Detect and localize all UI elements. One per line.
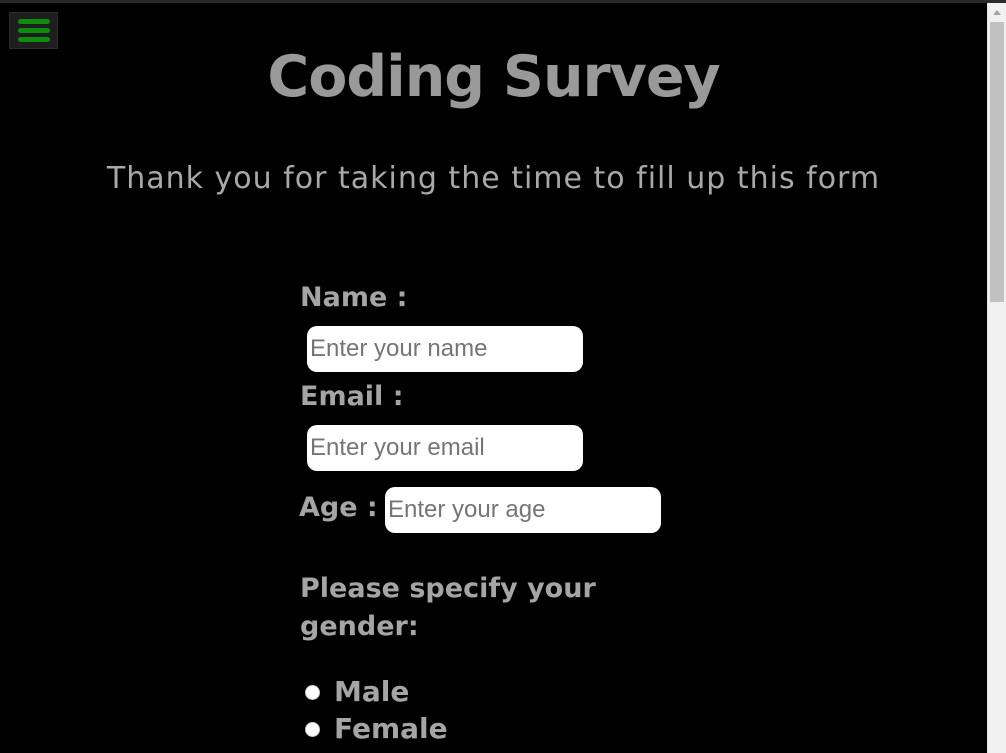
- scrollbar-thumb[interactable]: [990, 22, 1004, 302]
- age-input[interactable]: [385, 487, 661, 533]
- age-label: Age :: [299, 492, 378, 523]
- radio-label-male: Male: [334, 675, 410, 708]
- vertical-scrollbar[interactable]: [987, 3, 1006, 753]
- page-subtitle: Thank you for taking the time to fill up…: [106, 161, 881, 196]
- gender-option-male[interactable]: Male: [305, 678, 409, 706]
- page-viewport: Coding Survey Thank you for taking the t…: [0, 3, 987, 753]
- name-label: Name :: [300, 282, 408, 313]
- page-title: Coding Survey: [267, 44, 720, 110]
- scroll-up-arrow-icon[interactable]: [988, 3, 1006, 21]
- name-input[interactable]: [307, 326, 583, 372]
- radio-button-female[interactable]: [305, 721, 320, 737]
- radio-label-female: Female: [334, 712, 448, 745]
- gender-question-line-2: gender:: [300, 611, 419, 642]
- gender-question-line-1: Please specify your: [300, 573, 596, 604]
- email-label: Email :: [300, 381, 404, 412]
- email-input[interactable]: [307, 425, 583, 471]
- radio-button-male[interactable]: [305, 684, 320, 700]
- gender-option-female[interactable]: Female: [305, 715, 448, 743]
- hamburger-menu-button[interactable]: [9, 12, 58, 49]
